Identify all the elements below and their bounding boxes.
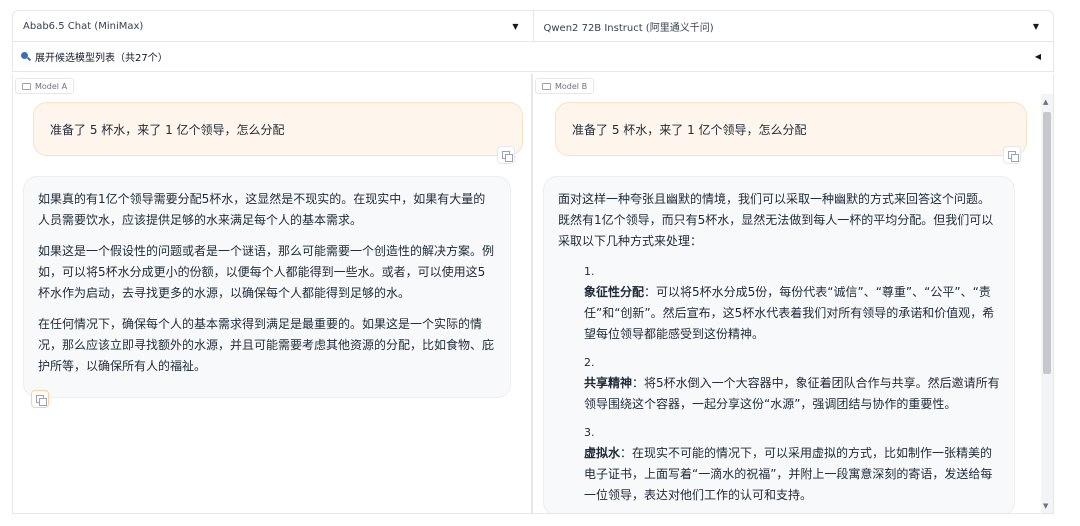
response-intro: 面对这样一种夸张且幽默的情境，我们可以采取一种幽默的方式来回答这个问题。既然有1… [558,192,994,248]
model-a-dropdown[interactable]: Abab6.5 Chat (MiniMax) ▼ [13,11,533,41]
list-item-title: 虚拟水 [584,446,621,460]
model-b-selected: Qwen2 72B Instruct (阿里通义千问) [543,22,714,34]
model-a-selected: Abab6.5 Chat (MiniMax) [23,20,144,32]
model-b-dropdown[interactable]: Qwen2 72B Instruct (阿里通义千问) ▼ [532,11,1054,41]
chevron-down-icon: ▼ [512,21,519,31]
list-item-title: 共享精神 [584,376,633,390]
copy-user-message-button[interactable] [1003,146,1021,164]
user-message-text: 准备了 5 杯水，来了 1 亿个领导，怎么分配 [50,122,285,137]
user-message-text: 准备了 5 杯水，来了 1 亿个领导，怎么分配 [572,122,807,137]
list-item: 虚拟水：在现实不可能的情况下，可以采用虚拟的方式，比如制作一张精美的电子证书，上… [584,443,1000,506]
copy-icon [501,150,513,162]
list-number: 2. [584,356,595,369]
expand-model-list-label: 展开候选模型列表（共27个） [35,53,168,64]
model-b-label: Model B [535,78,595,94]
model-a-panel: Model A 准备了 5 杯水，来了 1 亿个领导，怎么分配 如果真的有1亿个… [12,74,532,514]
model-selector-bar: Abab6.5 Chat (MiniMax) ▼ Qwen2 72B Instr… [12,10,1054,42]
model-b-label-text: Model B [555,81,588,91]
copy-user-message-button[interactable] [497,146,515,164]
copy-icon [35,394,47,406]
collapse-triangle-icon[interactable]: ◀ [1035,52,1041,61]
scroll-thumb[interactable] [1043,112,1051,374]
model-a-label-text: Model A [35,81,68,91]
scrollbar[interactable]: ▲ ▼ [1041,94,1053,513]
model-a-response: 如果真的有1亿个领导需要分配5杯水，这显然是不现实的。在现实中，如果有大量的人员… [23,176,511,398]
list-item-text: ：在现实不可能的情况下，可以采用虚拟的方式，比如制作一张精美的电子证书，上面写着… [584,446,993,502]
copy-response-button[interactable] [31,390,49,408]
scroll-down-icon[interactable]: ▼ [1043,502,1048,510]
list-number: 3. [584,426,595,439]
model-b-panel: Model B 准备了 5 杯水，来了 1 亿个领导，怎么分配 面对这样一种夸张… [532,74,1054,514]
list-item-text: ：可以将5杯水分成5份，每份代表“诚信”、“尊重”、“公平”、“责任”和“创新”… [584,285,995,341]
copy-icon [1007,150,1019,162]
list-item-title: 象征性分配 [584,285,645,299]
response-paragraph: 如果这是一个假设性的问题或者是一个谜语，那么可能需要一个创造性的解决方案。例如，… [38,244,495,300]
list-item: 象征性分配：可以将5杯水分成5份，每份代表“诚信”、“尊重”、“公平”、“责任”… [584,282,1000,345]
numbered-list: 1. 象征性分配：可以将5杯水分成5份，每份代表“诚信”、“尊重”、“公平”、“… [558,262,1000,506]
expand-model-list[interactable]: 展开候选模型列表（共27个） ◀ [12,42,1054,72]
scroll-up-icon[interactable]: ▲ [1043,98,1048,106]
chat-bubble-icon [542,82,551,90]
search-icon [21,51,31,62]
list-item-text: ：将5杯水倒入一个大容器中，象征着团队合作与共享。然后邀请所有领导围绕这个容器，… [584,376,1000,411]
model-b-response: 面对这样一种夸张且幽默的情境，我们可以采取一种幽默的方式来回答这个问题。既然有1… [543,176,1015,513]
list-number: 1. [584,265,595,278]
chevron-down-icon: ▼ [1032,21,1039,31]
chat-bubble-icon [22,82,31,90]
response-paragraph: 如果真的有1亿个领导需要分配5杯水，这显然是不现实的。在现实中，如果有大量的人员… [38,192,486,227]
response-paragraph: 在任何情况下，确保每个人的基本需求得到满足是最重要的。如果这是一个实际的情况，那… [38,317,495,373]
model-a-label: Model A [15,78,75,94]
user-message: 准备了 5 杯水，来了 1 亿个领导，怎么分配 [33,102,523,156]
user-message: 准备了 5 杯水，来了 1 亿个领导，怎么分配 [555,102,1027,156]
list-item: 共享精神：将5杯水倒入一个大容器中，象征着团队合作与共享。然后邀请所有领导围绕这… [584,373,1000,415]
